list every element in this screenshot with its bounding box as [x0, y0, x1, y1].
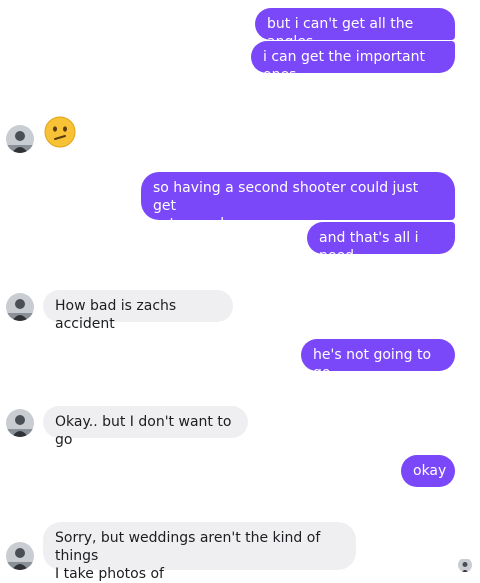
message-sent-5[interactable]: he's not going to go — [301, 339, 455, 381]
contact-avatar-icon[interactable] — [6, 409, 34, 437]
message-sent-6[interactable]: okay — [401, 455, 455, 487]
message-sent-3[interactable]: so having a second shooter could just ge… — [141, 172, 455, 232]
contact-avatar-icon[interactable] — [6, 542, 34, 570]
message-sent-1[interactable]: but i can't get all the angles — [255, 8, 455, 50]
message-received-3[interactable]: Sorry, but weddings aren't the kind of t… — [43, 522, 356, 582]
message-sent-4[interactable]: and that's all i need — [307, 222, 455, 264]
message-sent-2[interactable]: i can get the important ones — [251, 41, 455, 83]
seen-avatar-icon — [458, 558, 472, 572]
confused-face-emoji[interactable] — [44, 116, 76, 148]
message-received-1[interactable]: How bad is zachs accident — [43, 290, 233, 332]
message-received-2[interactable]: Okay.. but I don't want to go — [43, 406, 248, 448]
contact-avatar-icon[interactable] — [6, 293, 34, 321]
contact-avatar-icon[interactable] — [6, 125, 34, 153]
